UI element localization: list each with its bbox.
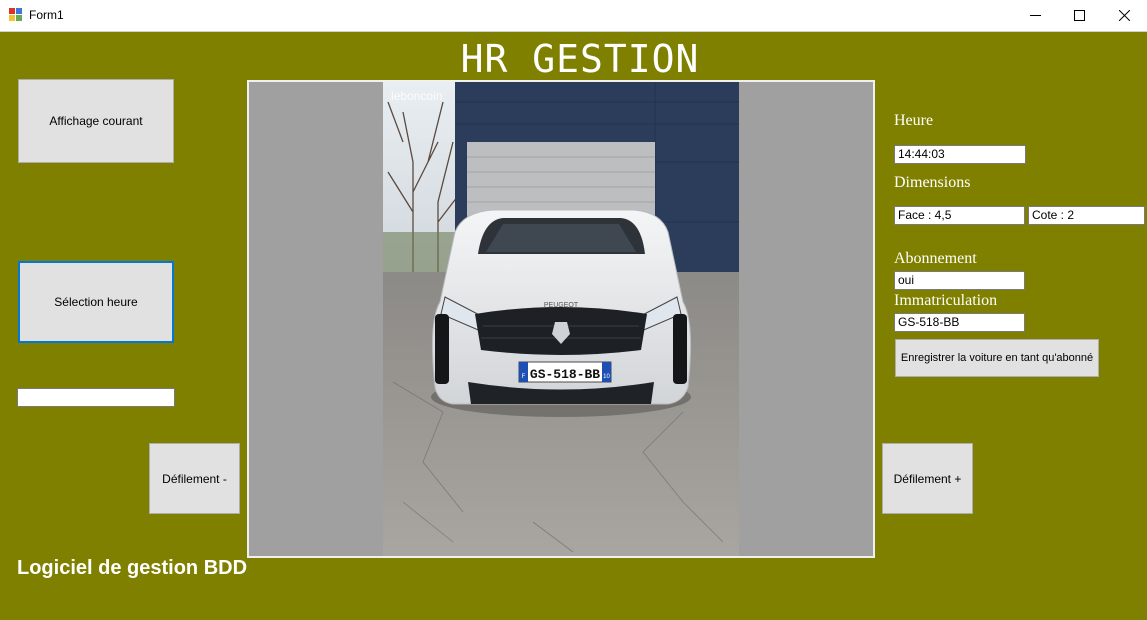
- footer-app-label: Logiciel de gestion BDD: [17, 557, 248, 579]
- register-subscriber-button[interactable]: Enregistrer la voiture en tant qu'abonné: [895, 339, 1099, 377]
- current-display-button[interactable]: Affichage courant: [18, 79, 174, 163]
- maximize-icon[interactable]: [1056, 0, 1102, 31]
- side-dimension-field[interactable]: Cote : 2: [1028, 206, 1145, 225]
- time-field[interactable]: 14:44:03: [894, 145, 1026, 164]
- vehicle-picture-box: PEUGEOT F 10 GS-518-BB leboncoin: [247, 80, 875, 558]
- form-client-area: HR GESTION Affichage courant Sélection h…: [0, 31, 1147, 620]
- registration-field[interactable]: GS-518-BB: [894, 313, 1025, 332]
- select-time-button[interactable]: Sélection heure: [18, 261, 174, 343]
- face-dimension-field[interactable]: Face : 4,5: [894, 206, 1025, 225]
- page-title: HR GESTION: [460, 37, 700, 81]
- window-title: Form1: [29, 8, 64, 22]
- subscription-label: Abonnement: [894, 250, 977, 267]
- scroll-previous-button[interactable]: Défilement -: [149, 443, 240, 514]
- time-label: Heure: [894, 112, 934, 129]
- subscription-field[interactable]: oui: [894, 271, 1025, 290]
- close-icon[interactable]: [1101, 0, 1147, 31]
- scroll-next-button[interactable]: Défilement +: [882, 443, 973, 514]
- plate-dept-text: 10: [603, 374, 610, 380]
- car-brand-text: PEUGEOT: [544, 302, 579, 309]
- dimensions-label: Dimensions: [894, 174, 971, 191]
- watermark-text: leboncoin: [391, 89, 442, 103]
- license-plate-text: GS-518-BB: [530, 367, 600, 382]
- vehicle-photo: PEUGEOT F 10 GS-518-BB leboncoin: [383, 82, 739, 556]
- form-app-icon: [9, 8, 23, 22]
- window-titlebar[interactable]: Form1: [0, 0, 1147, 32]
- registration-label: Immatriculation: [894, 292, 998, 309]
- time-selection-input[interactable]: [17, 388, 175, 407]
- plate-region-text: F: [522, 374, 526, 380]
- minimize-icon[interactable]: [1012, 0, 1058, 31]
